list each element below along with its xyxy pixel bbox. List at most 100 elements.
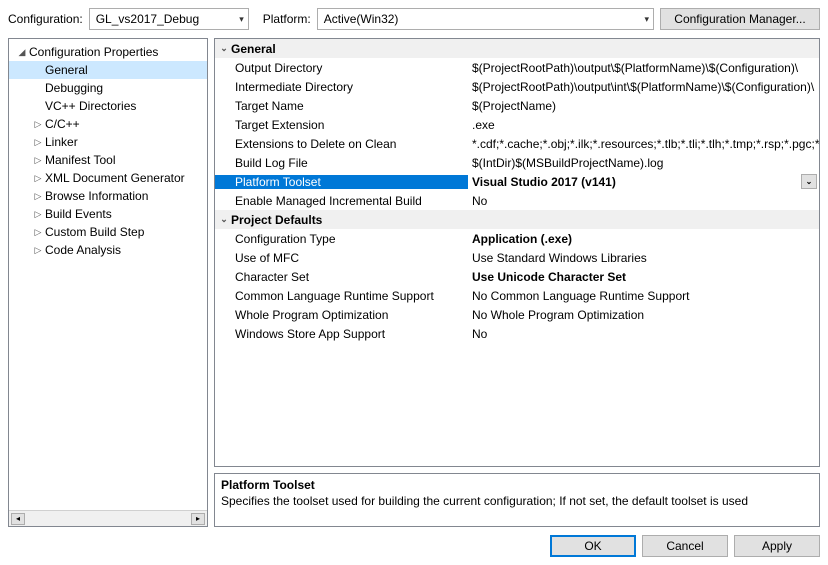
property-value[interactable]: No	[468, 194, 819, 208]
tree-item[interactable]: ▷Custom Build Step	[9, 223, 207, 241]
tree-item[interactable]: ▷Build Events	[9, 205, 207, 223]
tree-item-label: Code Analysis	[45, 243, 121, 257]
property-value[interactable]: $(IntDir)$(MSBuildProjectName).log	[468, 156, 819, 170]
tree-item-label: VC++ Directories	[45, 99, 136, 113]
property-row[interactable]: Extensions to Delete on Clean*.cdf;*.cac…	[215, 134, 819, 153]
expand-icon[interactable]: ▷	[31, 245, 45, 256]
property-name: Character Set	[215, 270, 468, 284]
property-name: Intermediate Directory	[215, 80, 468, 94]
property-value[interactable]: No	[468, 327, 819, 341]
cancel-button[interactable]: Cancel	[642, 535, 728, 557]
expand-icon[interactable]: ▷	[31, 155, 45, 166]
apply-button[interactable]: Apply	[734, 535, 820, 557]
tree-item-label: XML Document Generator	[45, 171, 185, 185]
property-name: Enable Managed Incremental Build	[215, 194, 468, 208]
tree-item[interactable]: ▷Browse Information	[9, 187, 207, 205]
configuration-manager-button[interactable]: Configuration Manager...	[660, 8, 820, 30]
property-name: Windows Store App Support	[215, 327, 468, 341]
property-row[interactable]: Intermediate Directory$(ProjectRootPath)…	[215, 77, 819, 96]
collapse-icon[interactable]: ◢	[15, 47, 29, 58]
property-name: Build Log File	[215, 156, 468, 170]
property-value[interactable]: $(ProjectRootPath)\output\int\$(Platform…	[468, 80, 819, 94]
tree-item-label: Debugging	[45, 81, 103, 95]
category-label: Project Defaults	[231, 213, 322, 227]
property-row[interactable]: Output Directory$(ProjectRootPath)\outpu…	[215, 58, 819, 77]
expand-icon[interactable]: ▷	[31, 191, 45, 202]
tree-item-label: Linker	[45, 135, 78, 149]
property-grid[interactable]: ⌄GeneralOutput Directory$(ProjectRootPat…	[214, 38, 820, 467]
property-row[interactable]: Target Extension.exe	[215, 115, 819, 134]
property-name: Common Language Runtime Support	[215, 289, 468, 303]
property-value[interactable]: $(ProjectRootPath)\output\$(PlatformName…	[468, 61, 819, 75]
property-value[interactable]: Application (.exe)	[468, 232, 819, 246]
collapse-icon[interactable]: ⌄	[217, 214, 231, 225]
tree-item[interactable]: ▷General	[9, 61, 207, 79]
tree-item-label: C/C++	[45, 117, 80, 131]
expand-icon[interactable]: ▷	[31, 137, 45, 148]
tree-item[interactable]: ▷XML Document Generator	[9, 169, 207, 187]
tree-item[interactable]: ▷VC++ Directories	[9, 97, 207, 115]
chevron-down-icon: ▾	[239, 14, 244, 25]
configuration-label: Configuration:	[8, 12, 83, 26]
tree-item[interactable]: ▷Linker	[9, 133, 207, 151]
tree-item[interactable]: ▷C/C++	[9, 115, 207, 133]
property-name: Configuration Type	[215, 232, 468, 246]
property-row[interactable]: Windows Store App SupportNo	[215, 324, 819, 343]
chevron-down-icon: ▾	[644, 14, 649, 25]
property-value[interactable]: *.cdf;*.cache;*.obj;*.ilk;*.resources;*.…	[468, 137, 819, 151]
tree-item[interactable]: ▷Manifest Tool	[9, 151, 207, 169]
property-value[interactable]: Use Unicode Character Set	[468, 270, 819, 284]
category-header[interactable]: ⌄General	[215, 39, 819, 58]
tree-item-label: Build Events	[45, 207, 112, 221]
property-name: Output Directory	[215, 61, 468, 75]
tree[interactable]: ◢ Configuration Properties ▷General▷Debu…	[9, 39, 207, 510]
property-value[interactable]: $(ProjectName)	[468, 99, 819, 113]
scroll-left-button[interactable]: ◂	[11, 513, 25, 525]
configuration-combo[interactable]: GL_vs2017_Debug ▾	[89, 8, 249, 30]
property-row[interactable]: Whole Program OptimizationNo Whole Progr…	[215, 305, 819, 324]
property-row[interactable]: Character SetUse Unicode Character Set	[215, 267, 819, 286]
tree-item-label: General	[45, 63, 88, 77]
tree-item-label: Custom Build Step	[45, 225, 144, 239]
property-value[interactable]: No Whole Program Optimization	[468, 308, 819, 322]
property-name: Whole Program Optimization	[215, 308, 468, 322]
property-row[interactable]: Target Name$(ProjectName)	[215, 96, 819, 115]
property-name: Use of MFC	[215, 251, 468, 265]
property-row[interactable]: Build Log File$(IntDir)$(MSBuildProjectN…	[215, 153, 819, 172]
description-text: Specifies the toolset used for building …	[221, 494, 813, 508]
expand-icon[interactable]: ▷	[31, 227, 45, 238]
property-value[interactable]: .exe	[468, 118, 819, 132]
expand-icon[interactable]: ▷	[31, 209, 45, 220]
dropdown-button[interactable]: ⌄	[801, 174, 817, 189]
platform-label: Platform:	[263, 12, 311, 26]
property-row[interactable]: Platform ToolsetVisual Studio 2017 (v141…	[215, 172, 819, 191]
expand-icon[interactable]: ▷	[31, 119, 45, 130]
tree-item[interactable]: ▷Code Analysis	[9, 241, 207, 259]
category-header[interactable]: ⌄Project Defaults	[215, 210, 819, 229]
tree-root[interactable]: ◢ Configuration Properties	[9, 43, 207, 61]
configuration-value: GL_vs2017_Debug	[96, 12, 199, 26]
property-value[interactable]: Visual Studio 2017 (v141)⌄	[468, 174, 819, 189]
expand-icon[interactable]: ▷	[31, 173, 45, 184]
platform-combo[interactable]: Active(Win32) ▾	[317, 8, 654, 30]
scroll-right-button[interactable]: ▸	[191, 513, 205, 525]
property-row[interactable]: Enable Managed Incremental BuildNo	[215, 191, 819, 210]
property-row[interactable]: Configuration TypeApplication (.exe)	[215, 229, 819, 248]
tree-panel: ◢ Configuration Properties ▷General▷Debu…	[8, 38, 208, 527]
property-row[interactable]: Common Language Runtime SupportNo Common…	[215, 286, 819, 305]
tree-root-label: Configuration Properties	[29, 45, 158, 59]
property-row[interactable]: Use of MFCUse Standard Windows Libraries	[215, 248, 819, 267]
tree-horizontal-scrollbar[interactable]: ◂ ▸	[9, 510, 207, 526]
property-value[interactable]: No Common Language Runtime Support	[468, 289, 819, 303]
tree-item[interactable]: ▷Debugging	[9, 79, 207, 97]
tree-item-label: Manifest Tool	[45, 153, 115, 167]
toolbar: Configuration: GL_vs2017_Debug ▾ Platfor…	[8, 8, 820, 30]
ok-button[interactable]: OK	[550, 535, 636, 557]
property-name: Target Extension	[215, 118, 468, 132]
property-name: Target Name	[215, 99, 468, 113]
tree-item-label: Browse Information	[45, 189, 148, 203]
property-value[interactable]: Use Standard Windows Libraries	[468, 251, 819, 265]
footer: OK Cancel Apply	[8, 535, 820, 557]
collapse-icon[interactable]: ⌄	[217, 43, 231, 54]
property-name: Platform Toolset	[215, 175, 468, 189]
